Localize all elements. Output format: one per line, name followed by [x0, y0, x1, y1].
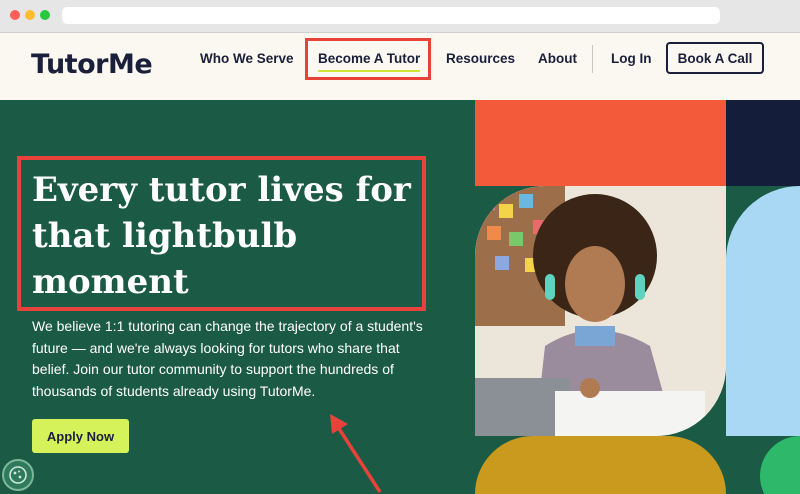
nav-divider: [592, 45, 593, 73]
nav-resources[interactable]: Resources: [446, 51, 515, 66]
nav-who-we-serve[interactable]: Who We Serve: [200, 51, 294, 66]
cookie-icon[interactable]: [2, 459, 34, 491]
decor-navy-block: [726, 100, 800, 186]
hero-description: We believe 1:1 tutoring can change the t…: [32, 318, 423, 399]
browser-chrome: [0, 0, 800, 33]
close-window-dot[interactable]: [10, 10, 20, 20]
apply-now-button[interactable]: Apply Now: [32, 419, 129, 453]
tutorme-logo[interactable]: TutorMe: [31, 45, 153, 85]
screenshot-frame: TutorMe Who We Serve Become A Tutor Reso…: [0, 0, 800, 494]
decor-orange-block: [475, 100, 726, 186]
annotation-highlight-headline: [17, 156, 426, 311]
decor-blue-block: [726, 186, 800, 436]
minimize-window-dot[interactable]: [25, 10, 35, 20]
annotation-arrow-icon: [330, 414, 382, 493]
annotation-highlight-nav: [305, 38, 431, 80]
student-photo: [475, 186, 726, 436]
maximize-window-dot[interactable]: [40, 10, 50, 20]
book-a-call-button[interactable]: Book A Call: [666, 42, 764, 74]
address-bar[interactable]: [62, 7, 720, 24]
decor-mustard-block: [475, 436, 726, 494]
nav-about[interactable]: About: [538, 51, 577, 66]
nav-log-in[interactable]: Log In: [611, 51, 652, 66]
